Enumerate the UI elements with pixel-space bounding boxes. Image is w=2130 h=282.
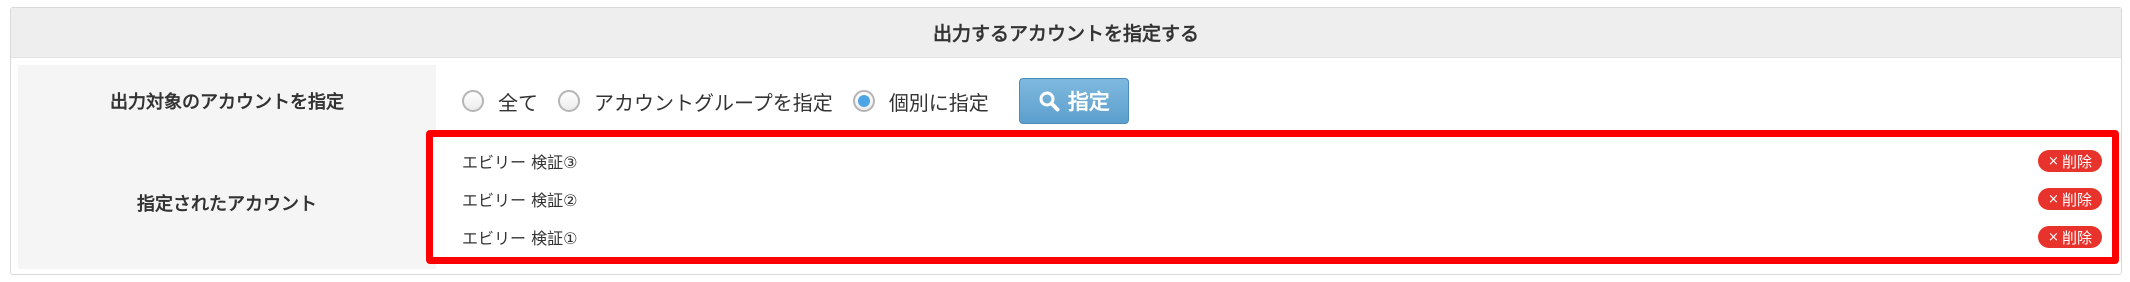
radio-all[interactable] <box>462 90 484 112</box>
radio-option-all[interactable]: 全て <box>462 87 538 116</box>
account-name: エビリー 検証① <box>462 229 578 248</box>
close-icon: × <box>2048 191 2059 207</box>
radio-account-group[interactable] <box>558 90 580 112</box>
list-item: エビリー 検証① × 削除 <box>462 223 2102 251</box>
close-icon: × <box>2048 153 2059 169</box>
account-target-options: 全て アカウントグループを指定 個別に指定 指定 <box>462 78 1129 124</box>
selected-accounts-label: 指定されたアカウント <box>18 136 436 269</box>
radio-account-group-label: アカウントグループを指定 <box>594 90 833 115</box>
delete-label: 削除 <box>2061 152 2092 171</box>
target-accounts-label: 出力対象のアカウントを指定 <box>18 65 436 137</box>
list-item: エビリー 検証③ × 削除 <box>462 147 2102 175</box>
select-accounts-button-label: 指定 <box>1067 90 1110 114</box>
delete-account-button[interactable]: × 削除 <box>2038 150 2102 172</box>
radio-all-label: 全て <box>498 90 538 115</box>
close-icon: × <box>2048 229 2059 245</box>
account-name: エビリー 検証③ <box>462 153 578 172</box>
search-icon <box>1039 91 1060 112</box>
radio-individual-label: 個別に指定 <box>888 90 989 115</box>
delete-label: 削除 <box>2061 190 2092 209</box>
radio-option-individual[interactable]: 個別に指定 <box>852 87 989 116</box>
list-item: エビリー 検証② × 削除 <box>462 185 2102 213</box>
delete-account-button[interactable]: × 削除 <box>2038 226 2102 248</box>
account-name: エビリー 検証② <box>462 191 578 210</box>
radio-option-account-group[interactable]: アカウントグループを指定 <box>558 87 833 116</box>
delete-label: 削除 <box>2061 228 2092 247</box>
delete-account-button[interactable]: × 削除 <box>2038 188 2102 210</box>
radio-individual[interactable] <box>852 90 875 112</box>
select-accounts-button[interactable]: 指定 <box>1018 78 1129 124</box>
selected-accounts-list: エビリー 検証③ × 削除 エビリー 検証② × 削除 エビリー 検証① × 削… <box>426 130 2119 264</box>
panel-title: 出力するアカウントを指定する <box>11 8 2121 58</box>
